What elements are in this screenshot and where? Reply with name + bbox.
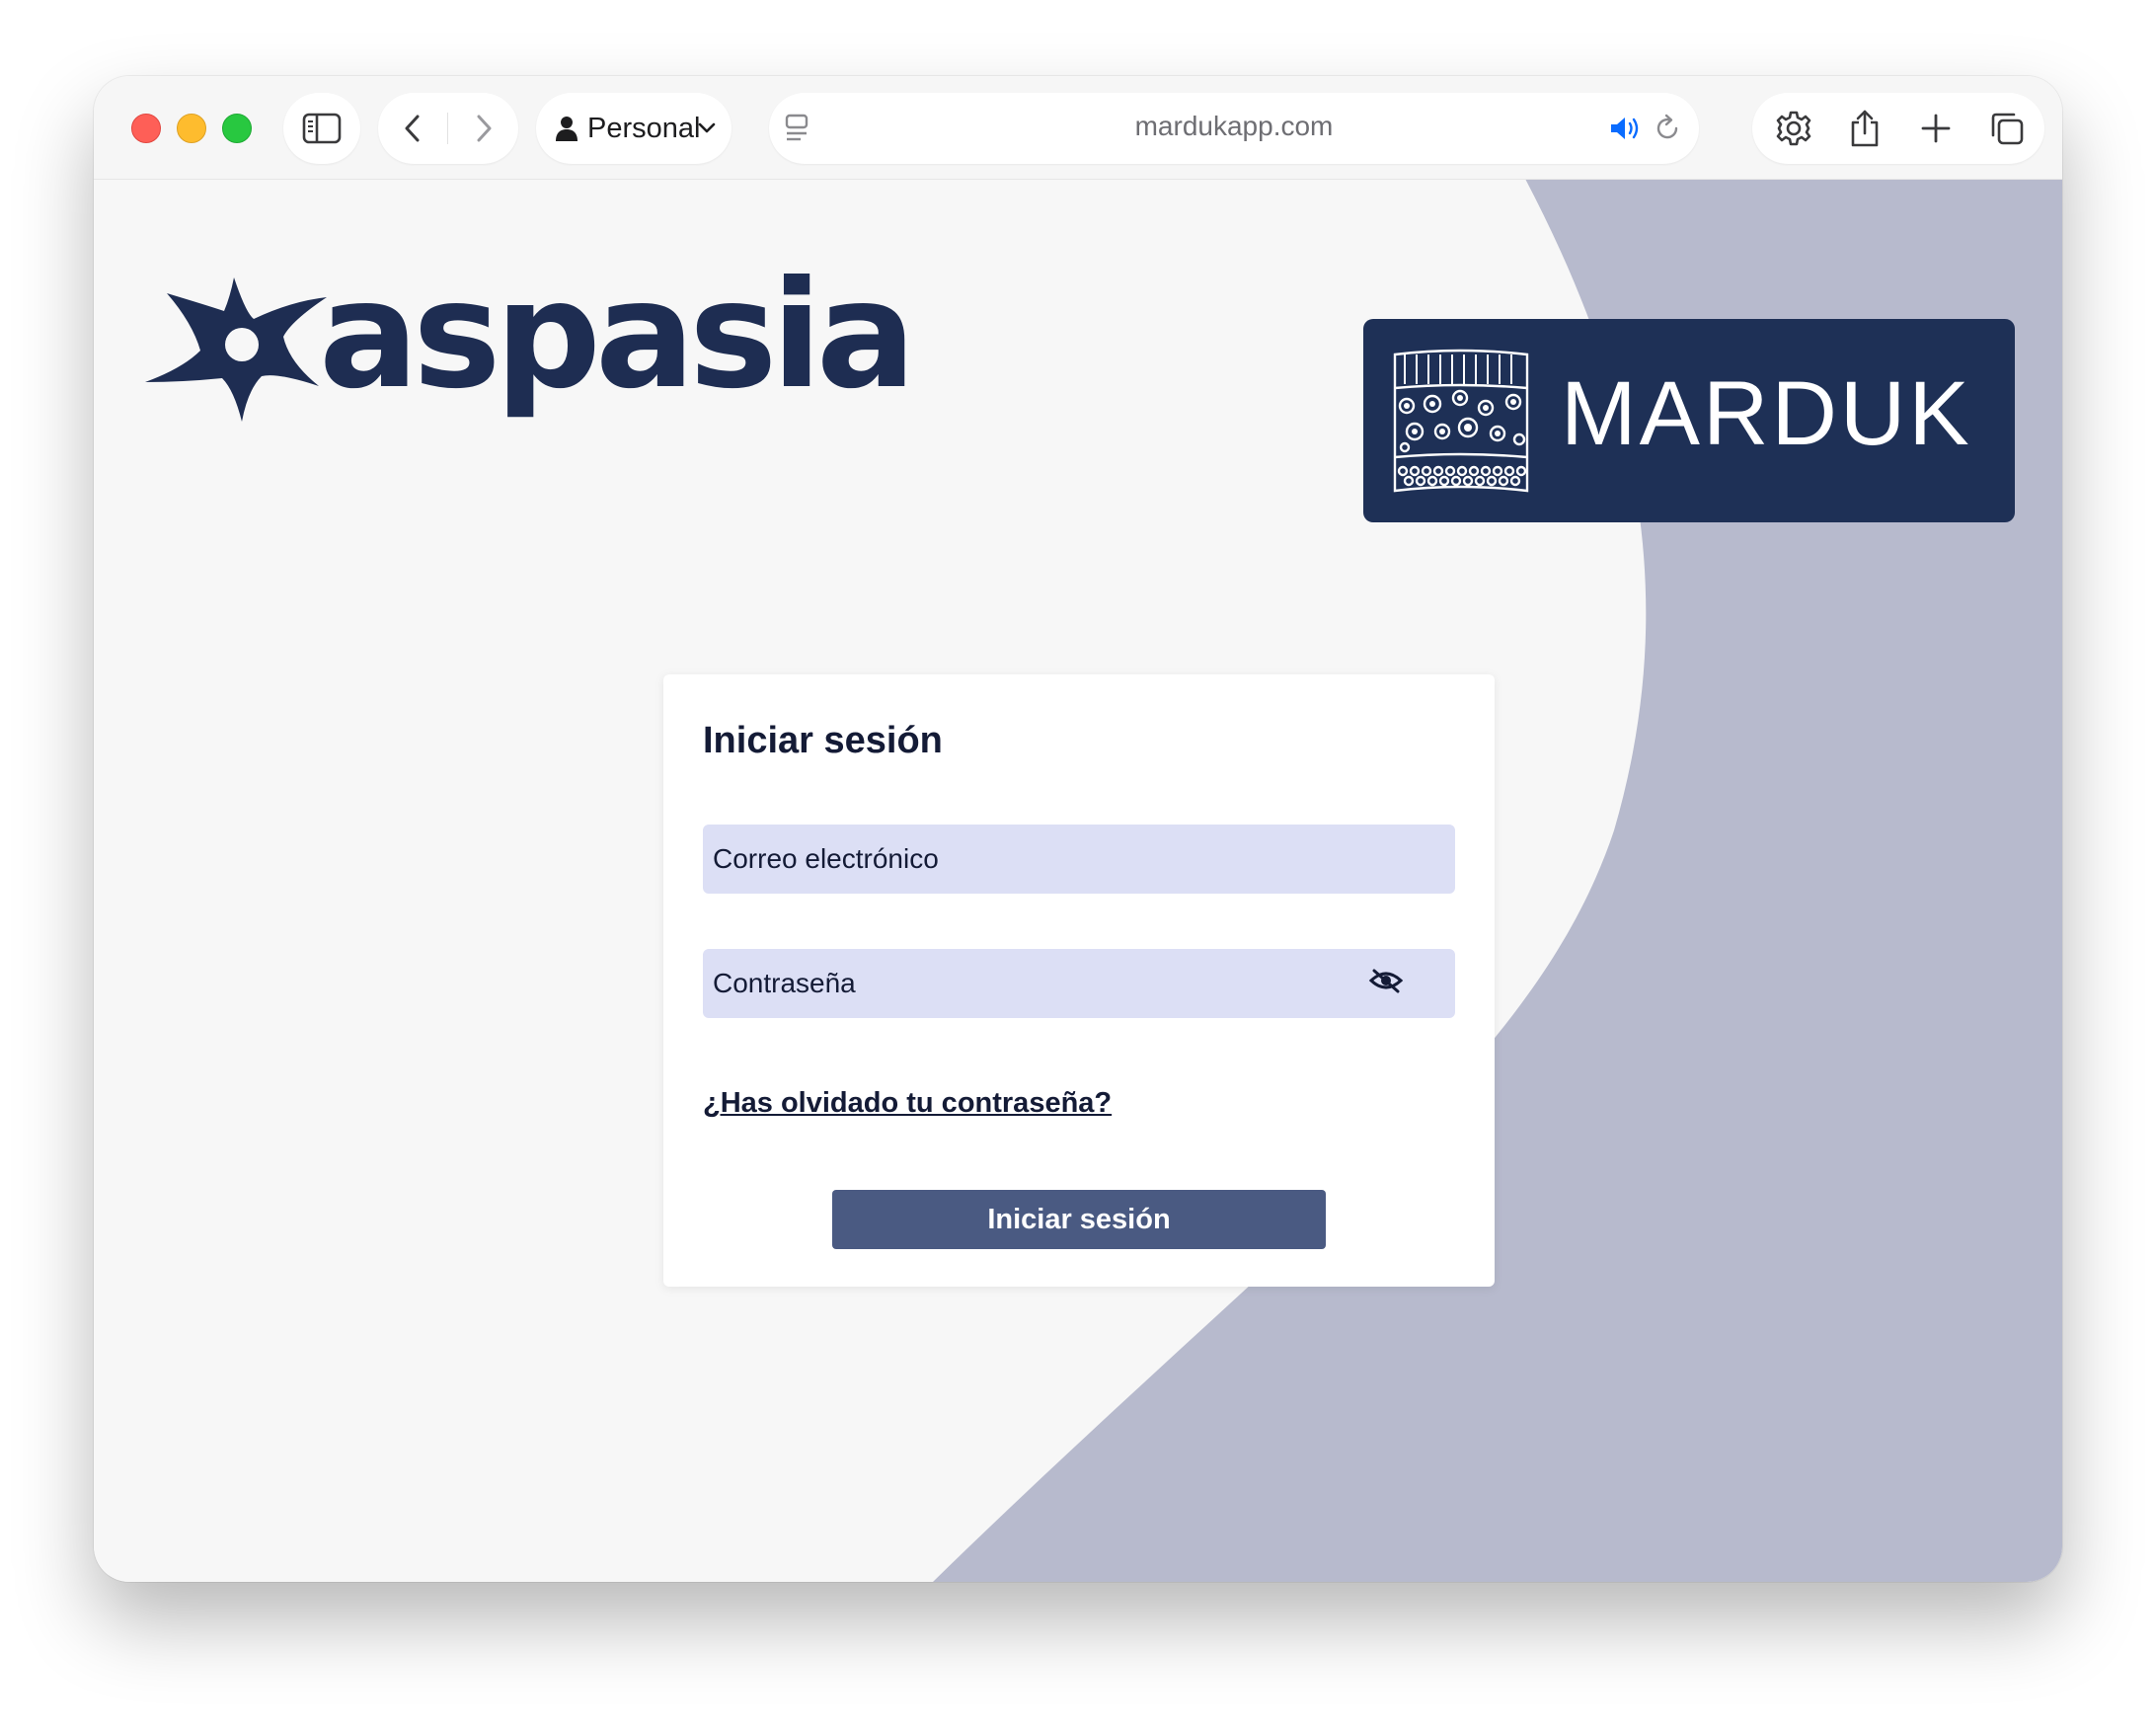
share-icon[interactable] [1831,93,1898,164]
gear-icon[interactable] [1760,93,1827,164]
profile-menu-button[interactable]: Personal [536,93,732,164]
aspasia-wordmark: aspasia [319,250,916,422]
sidebar-icon [283,93,360,164]
login-title: Iniciar sesión [703,720,943,761]
tabs-icon[interactable] [1973,93,2040,164]
forgot-password-link[interactable]: ¿Has olvidado tu contraseña? [703,1087,1112,1120]
toggle-password-visibility-button[interactable] [1364,961,1408,1004]
speaker-icon[interactable] [1608,113,1642,144]
login-submit-button[interactable]: Iniciar sesión [832,1190,1326,1249]
plus-icon[interactable] [1902,93,1969,164]
email-field[interactable] [703,825,1455,894]
marduk-wordmark: MARDUK [1561,363,1972,464]
login-card: Iniciar sesión ¿Has olvidado tu contrase… [663,674,1495,1287]
close-window-button[interactable] [131,114,161,143]
url-text: mardukapp.com [1134,111,1334,141]
zoom-window-button[interactable] [222,114,252,143]
browser-window: Personal mardukapp.com aspasia MARDUK In… [94,76,2062,1582]
sidebar-toggle-button[interactable] [283,93,360,164]
reload-icon[interactable] [1652,113,1683,144]
page-content: aspasia MARDUK Iniciar sesión Correo ele… [94,179,2062,1582]
star-icon [145,277,327,422]
back-icon [403,113,423,144]
password-field[interactable] [703,949,1455,1018]
eye-slash-icon [1368,967,1404,999]
profile-label: Personal [587,113,701,144]
address-bar[interactable]: mardukapp.com [769,93,1699,164]
navigation-group [378,93,518,164]
forward-icon [474,113,494,144]
aspasia-logo: aspasia [143,258,916,426]
back-button[interactable] [378,93,447,164]
toolbar-actions [1752,93,2044,164]
chevron-down-icon [696,120,718,136]
browser-toolbar: Personal mardukapp.com [94,76,2062,180]
minimize-window-button[interactable] [177,114,206,143]
person-icon [554,115,579,142]
cell-tissue-icon [1393,349,1529,493]
marduk-logo: MARDUK [1363,319,2015,522]
forward-button[interactable] [449,93,518,164]
